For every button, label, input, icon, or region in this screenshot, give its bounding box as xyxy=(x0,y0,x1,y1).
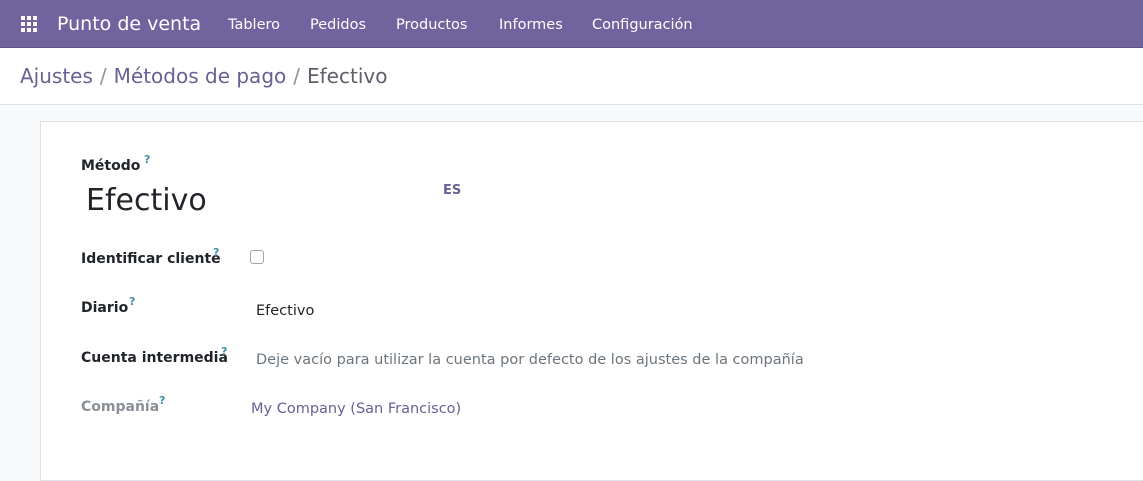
form-sheet xyxy=(40,121,1143,481)
method-help-icon[interactable]: ? xyxy=(144,154,150,166)
journal-field[interactable]: Efectivo xyxy=(256,301,314,321)
grid-icon[interactable] xyxy=(21,16,38,33)
top-navbar: Punto de venta Tablero Pedidos Productos… xyxy=(0,0,1143,48)
identify-customer-label: Identificar cliente xyxy=(81,251,221,267)
intermediary-account-help-icon[interactable]: ? xyxy=(221,346,227,358)
company-link[interactable]: My Company (San Francisco) xyxy=(251,399,461,419)
journal-label: Diario xyxy=(81,300,129,316)
intermediary-account-input[interactable]: Deje vacío para utilizar la cuenta por d… xyxy=(256,350,804,370)
app-name[interactable]: Punto de venta xyxy=(57,12,201,36)
company-label: Compañía xyxy=(81,399,160,415)
menu-item-tablero[interactable]: Tablero xyxy=(228,15,280,35)
method-label: Método xyxy=(81,158,141,174)
breadcrumb-current: Efectivo xyxy=(307,64,388,88)
breadcrumb-payment-methods[interactable]: Métodos de pago xyxy=(114,64,287,88)
breadcrumb: Ajustes / Métodos de pago / Efectivo xyxy=(20,63,387,89)
breadcrumb-separator: / xyxy=(293,64,300,88)
menu-item-pedidos[interactable]: Pedidos xyxy=(310,15,366,35)
journal-help-icon[interactable]: ? xyxy=(129,296,135,308)
breadcrumb-ajustes[interactable]: Ajustes xyxy=(20,64,93,88)
control-panel: Ajustes / Métodos de pago / Efectivo xyxy=(0,48,1143,105)
menu-item-configuracion[interactable]: Configuración xyxy=(592,15,693,35)
menu-item-informes[interactable]: Informes xyxy=(499,15,563,35)
breadcrumb-separator: / xyxy=(99,64,107,88)
company-help-icon[interactable]: ? xyxy=(159,395,165,407)
method-name-input[interactable]: Efectivo xyxy=(86,183,207,219)
identify-customer-checkbox[interactable] xyxy=(250,250,264,264)
identify-customer-help-icon[interactable]: ? xyxy=(213,247,219,259)
language-toggle[interactable]: ES xyxy=(443,183,461,199)
menu-item-productos[interactable]: Productos xyxy=(396,15,467,35)
intermediary-account-label: Cuenta intermedia xyxy=(81,350,228,366)
